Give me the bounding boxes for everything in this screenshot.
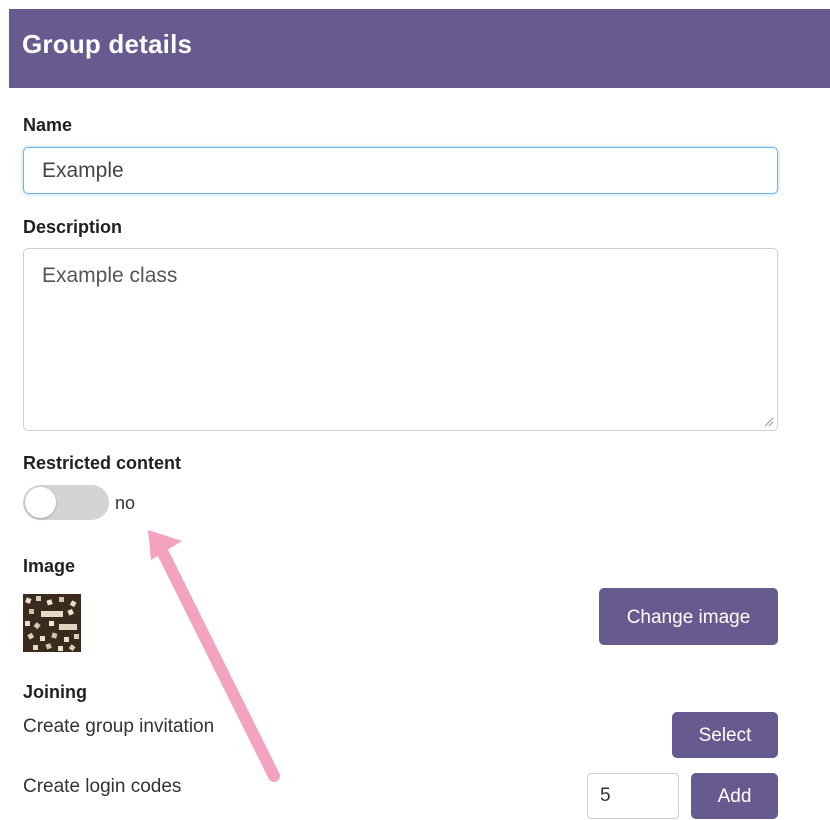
page-title: Group details — [22, 29, 193, 59]
page-header: Group details — [9, 9, 830, 88]
description-label: Description — [23, 217, 123, 237]
toggle-knob — [25, 487, 56, 518]
image-label: Image — [23, 556, 76, 576]
resize-grip-icon[interactable] — [764, 417, 774, 427]
restricted-content-toggle[interactable] — [23, 485, 109, 520]
toggle-state-text: no — [115, 493, 136, 513]
group-image-thumbnail — [23, 594, 81, 652]
change-image-button[interactable]: Change image — [599, 588, 778, 645]
add-login-codes-button[interactable]: Add — [691, 773, 778, 819]
description-text: Example class — [42, 264, 178, 287]
joining-label: Joining — [23, 682, 87, 702]
name-label: Name — [23, 115, 73, 135]
login-codes-quantity-input[interactable] — [587, 773, 679, 819]
create-invitation-text: Create group invitation — [23, 716, 215, 737]
description-textarea[interactable]: Example class — [23, 248, 778, 431]
restricted-content-label: Restricted content — [23, 453, 182, 473]
create-login-codes-text: Create login codes — [23, 776, 182, 797]
select-invitation-button[interactable]: Select — [672, 712, 778, 758]
name-input[interactable] — [23, 147, 778, 194]
